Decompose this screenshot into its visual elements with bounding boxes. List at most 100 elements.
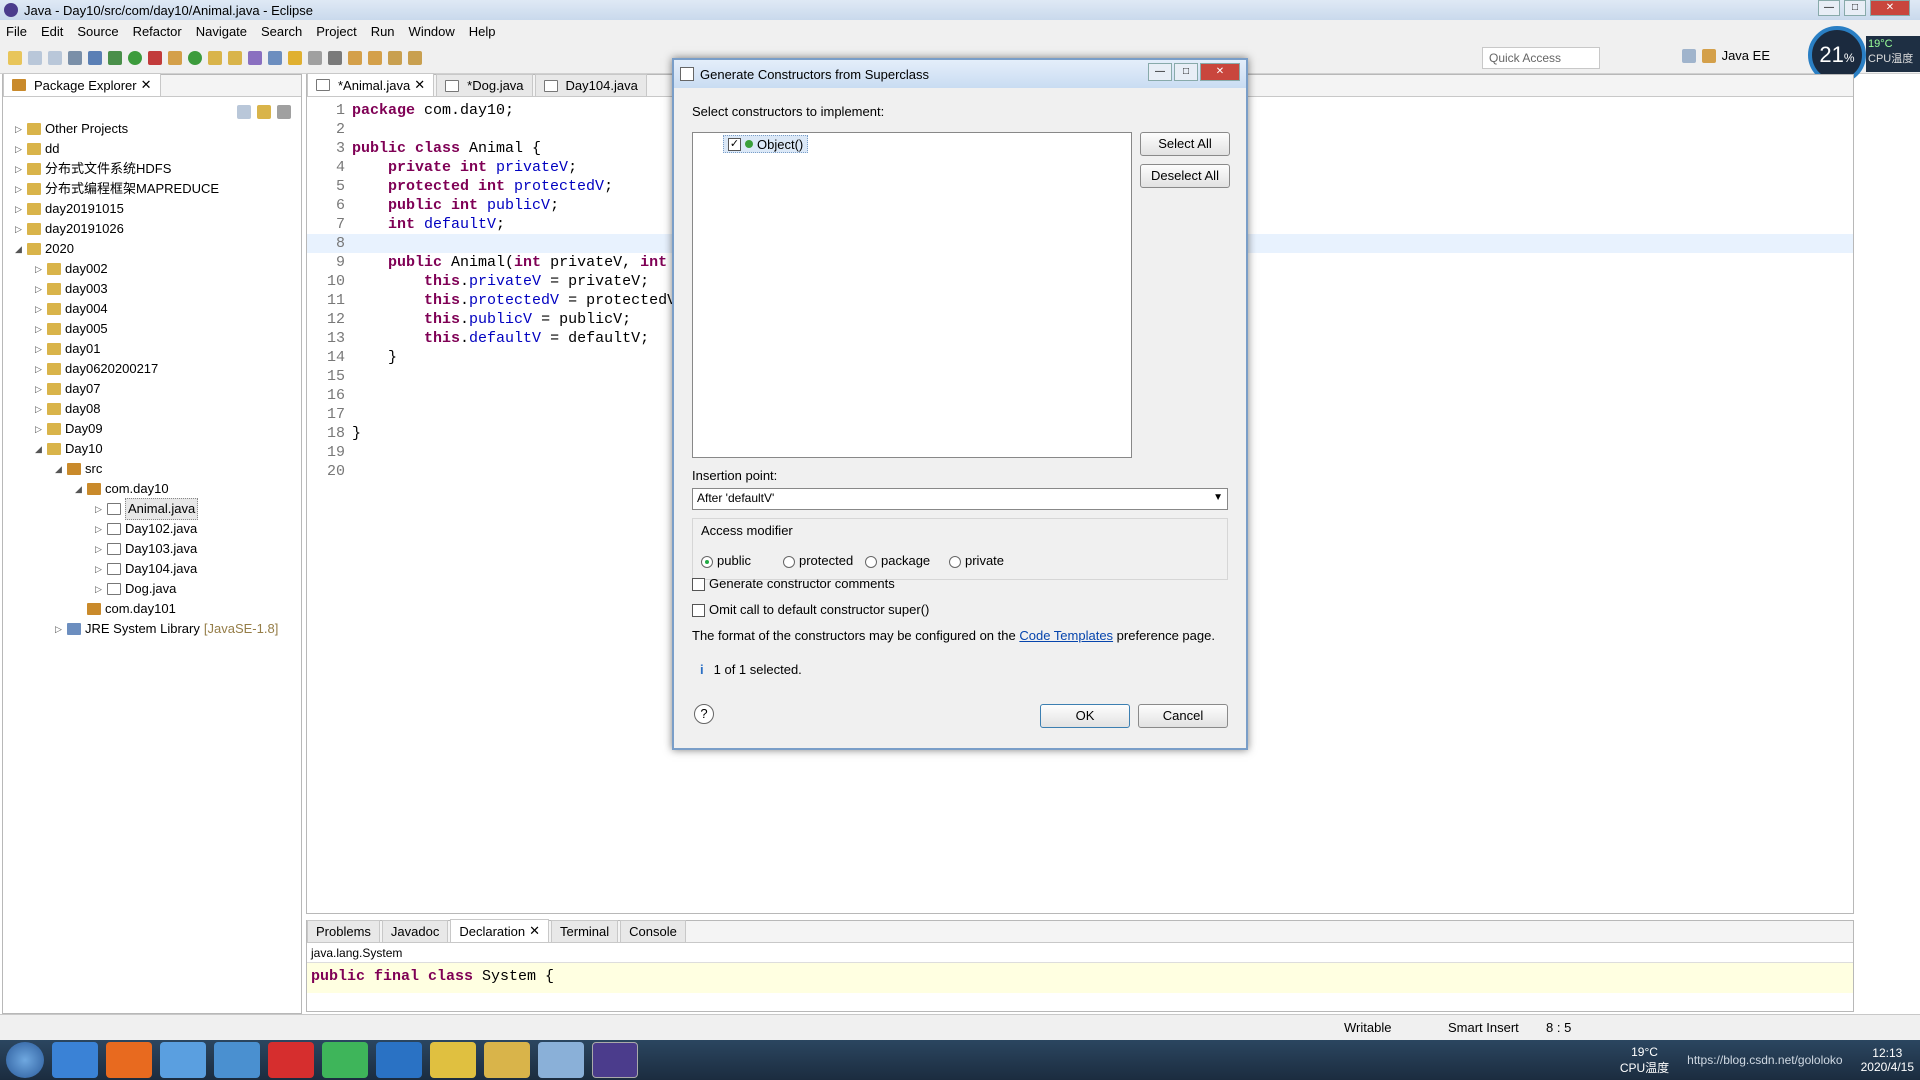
- constructor-item[interactable]: ✓ Object(): [723, 135, 809, 153]
- link-editor-icon[interactable]: [257, 105, 271, 119]
- ie-icon[interactable]: [52, 1042, 98, 1078]
- quick-access-input[interactable]: Quick Access: [1482, 47, 1600, 69]
- expand-arrow-icon[interactable]: ▷: [35, 419, 47, 439]
- help-icon[interactable]: ?: [694, 704, 714, 724]
- save-icon[interactable]: [28, 50, 42, 65]
- expand-arrow-icon[interactable]: ▷: [15, 219, 27, 239]
- cloud-icon[interactable]: [214, 1042, 260, 1078]
- eclipse-task-icon[interactable]: [592, 1042, 638, 1078]
- menu-refactor[interactable]: Refactor: [133, 24, 182, 39]
- tree-item[interactable]: ▷ day002: [15, 259, 278, 279]
- code-templates-link[interactable]: Code Templates: [1019, 628, 1113, 643]
- notepad-icon[interactable]: [538, 1042, 584, 1078]
- expand-arrow-icon[interactable]: ▷: [35, 359, 47, 379]
- expand-arrow-icon[interactable]: ▷: [55, 619, 67, 639]
- tab-problems[interactable]: Problems: [307, 920, 380, 942]
- tree-item[interactable]: ▷ Day104.java: [15, 559, 278, 579]
- menu-navigate[interactable]: Navigate: [196, 24, 247, 39]
- maximize-icon[interactable]: □: [1174, 63, 1198, 81]
- collapse-all-icon[interactable]: [237, 105, 251, 119]
- menu-file[interactable]: File: [6, 24, 27, 39]
- tree-item[interactable]: ▷ day20191026: [15, 219, 278, 239]
- start-button[interactable]: [6, 1042, 44, 1078]
- menu-search[interactable]: Search: [261, 24, 302, 39]
- new-icon[interactable]: [8, 50, 22, 65]
- run-icon[interactable]: [128, 50, 142, 65]
- tree-item[interactable]: ▷ 分布式编程框架MAPREDUCE: [15, 179, 278, 199]
- close-icon[interactable]: ✕: [1870, 0, 1910, 16]
- tab-javadoc[interactable]: Javadoc: [381, 920, 449, 942]
- radio-protected[interactable]: protected: [783, 553, 853, 568]
- tree-item[interactable]: ◢ Day10: [15, 439, 278, 459]
- 360-icon[interactable]: [322, 1042, 368, 1078]
- minimize-icon[interactable]: —: [1148, 63, 1172, 81]
- external-tools-icon[interactable]: [148, 50, 162, 65]
- option-comments[interactable]: Generate constructor comments: [692, 576, 895, 592]
- radio-private[interactable]: private: [949, 553, 1004, 568]
- debug-icon[interactable]: [108, 50, 122, 65]
- tree-item[interactable]: ▷ day20191015: [15, 199, 278, 219]
- constructor-list[interactable]: ✓ Object(): [692, 132, 1132, 458]
- tree-item[interactable]: ▷ Other Projects: [15, 119, 278, 139]
- close-icon[interactable]: ✕: [414, 77, 425, 93]
- expand-arrow-icon[interactable]: ▷: [95, 579, 107, 599]
- tree-item[interactable]: ▷ Day102.java: [15, 519, 278, 539]
- tree-item[interactable]: ▷ Day09: [15, 419, 278, 439]
- show-whitespace-icon[interactable]: [308, 50, 322, 65]
- cancel-button[interactable]: Cancel: [1138, 704, 1228, 728]
- tree-item[interactable]: ▷ day08: [15, 399, 278, 419]
- baidu-netdisk-icon[interactable]: [160, 1042, 206, 1078]
- expand-arrow-icon[interactable]: ▷: [95, 539, 107, 559]
- tree-item[interactable]: ▷ day003: [15, 279, 278, 299]
- expand-arrow-icon[interactable]: ◢: [55, 459, 67, 479]
- tree-item[interactable]: ▷ Dog.java: [15, 579, 278, 599]
- save-all-icon[interactable]: [48, 50, 62, 65]
- menu-run[interactable]: Run: [371, 24, 395, 39]
- expand-arrow-icon[interactable]: ▷: [35, 339, 47, 359]
- expand-arrow-icon[interactable]: ▷: [35, 259, 47, 279]
- open-task-icon[interactable]: [228, 50, 242, 65]
- search-icon[interactable]: [248, 50, 262, 65]
- block-selection-icon[interactable]: [328, 50, 342, 65]
- open-perspective-icon[interactable]: [1681, 48, 1696, 63]
- insertion-point-select[interactable]: After 'defaultV' ▼: [692, 488, 1228, 510]
- expand-arrow-icon[interactable]: ▷: [95, 499, 107, 519]
- file-explorer-icon[interactable]: [484, 1042, 530, 1078]
- back-icon[interactable]: [388, 50, 402, 65]
- tab-animal-java[interactable]: *Animal.java ✕: [307, 73, 435, 96]
- tree-item[interactable]: ▷ day005: [15, 319, 278, 339]
- open-type-icon[interactable]: [208, 50, 222, 65]
- expand-arrow-icon[interactable]: ▷: [15, 159, 27, 179]
- new-package-icon[interactable]: [168, 50, 182, 65]
- constructor-checkbox[interactable]: ✓: [728, 137, 741, 151]
- forward-icon[interactable]: [408, 50, 422, 65]
- expand-arrow-icon[interactable]: ▷: [15, 139, 27, 159]
- tab-declaration[interactable]: Declaration ✕: [450, 919, 550, 942]
- expand-arrow-icon[interactable]: ▷: [15, 199, 27, 219]
- view-menu-icon[interactable]: [277, 105, 291, 119]
- firefox-icon[interactable]: [106, 1042, 152, 1078]
- expand-arrow-icon[interactable]: ▷: [15, 119, 27, 139]
- option-omit-super[interactable]: Omit call to default constructor super(): [692, 602, 929, 618]
- prev-annotation-icon[interactable]: [368, 50, 382, 65]
- expand-arrow-icon[interactable]: ◢: [75, 479, 87, 499]
- tree-item[interactable]: ▷ JRE System Library [JavaSE-1.8]: [15, 619, 278, 639]
- new-class-icon[interactable]: [188, 50, 202, 65]
- expand-arrow-icon[interactable]: ▷: [35, 299, 47, 319]
- close-icon[interactable]: ✕: [1200, 63, 1240, 81]
- tree-item[interactable]: ▷ day01: [15, 339, 278, 359]
- highlight-icon[interactable]: [288, 50, 302, 65]
- tree-item[interactable]: ▷ dd: [15, 139, 278, 159]
- close-icon[interactable]: ✕: [141, 77, 152, 93]
- youdao-icon[interactable]: [268, 1042, 314, 1078]
- radio-package[interactable]: package: [865, 553, 930, 568]
- tab-terminal[interactable]: Terminal: [551, 920, 619, 942]
- chrome-icon[interactable]: [430, 1042, 476, 1078]
- tree-item[interactable]: com.day101: [15, 599, 278, 619]
- expand-arrow-icon[interactable]: ▷: [35, 399, 47, 419]
- expand-arrow-icon[interactable]: ▷: [35, 319, 47, 339]
- close-icon[interactable]: ✕: [529, 923, 540, 939]
- tree-item[interactable]: ◢ 2020: [15, 239, 278, 259]
- tree-item[interactable]: ▷ Day103.java: [15, 539, 278, 559]
- select-all-button[interactable]: Select All: [1140, 132, 1230, 156]
